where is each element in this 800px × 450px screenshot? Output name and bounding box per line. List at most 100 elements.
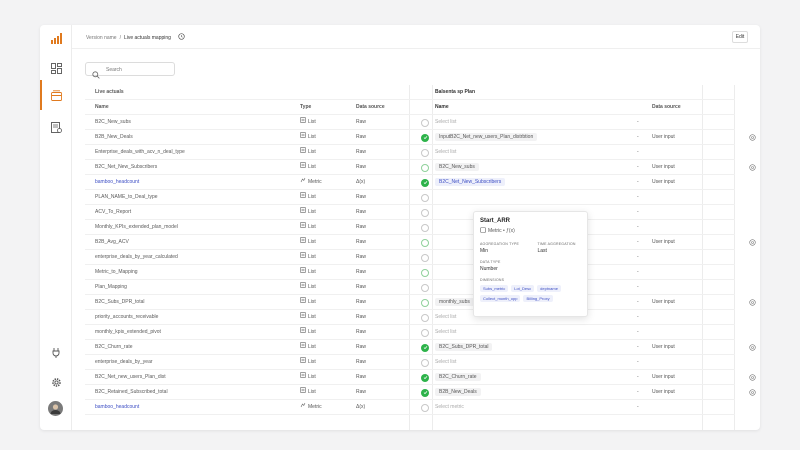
table-row[interactable]: B2C_Retained_Subscribed_total List Raw B2B_… [85,385,756,400]
history-icon[interactable] [178,33,185,42]
dropdown-caret[interactable]: - [637,265,639,280]
partial-map-icon[interactable] [421,268,429,277]
col-data-source[interactable]: Data source [356,100,406,115]
table-row[interactable]: Metric_to_Mapping List Raw - [85,265,735,280]
row-settings-icon[interactable] [745,130,760,145]
table-row[interactable]: priority_accounts_receivable List Raw Selec… [85,310,735,325]
unmapped-icon[interactable] [421,328,429,337]
row-name[interactable]: bamboo_headcount [95,175,295,190]
table-row[interactable]: Monthly_KPIs_extended_plan_model List Raw - [85,220,735,235]
target-select[interactable] [435,190,640,205]
dropdown-caret[interactable]: - [637,175,639,190]
dropdown-caret[interactable]: - [637,115,639,130]
logo-icon[interactable] [49,31,63,45]
table-row[interactable]: Enterprise_deals_with_acv_n_deal_type Lis… [85,145,735,160]
search-input[interactable]: Search [85,62,175,79]
table-row[interactable]: B2C_Net_New_Subscribers List Raw B2C_New_su… [85,160,756,175]
dropdown-caret[interactable]: - [637,370,639,385]
target-select[interactable]: InputB2C_Net_new_users_Plan_distrbtion [435,130,640,145]
unmapped-icon[interactable] [421,208,429,217]
unmapped-icon[interactable] [421,253,429,262]
row-settings-icon[interactable] [745,340,760,355]
mapped-check-icon[interactable] [421,388,429,397]
target-select[interactable]: Select list [435,145,640,160]
row-type: List [300,355,350,370]
dropdown-caret[interactable]: - [637,340,639,355]
table-row[interactable]: monthly_kpis_extended_pivot List Raw Select… [85,325,735,340]
row-settings-icon[interactable] [745,295,760,310]
unmapped-icon[interactable] [421,403,429,412]
dropdown-caret[interactable]: - [637,130,639,145]
dropdown-caret[interactable]: - [637,235,639,250]
table-row[interactable]: Plan_Mapping List Raw - [85,280,735,295]
table-row[interactable]: bamboo_headcount Metric Δ(x) B2C_Net_New_Su… [85,175,735,190]
table-row[interactable]: enterprise_deals_by_year_calculated List R… [85,250,735,265]
edit-button[interactable]: Edit [732,31,748,43]
metric-icon [480,227,486,235]
breadcrumb-version[interactable]: Version name [86,35,117,41]
unmapped-icon[interactable] [421,313,429,322]
reports-icon[interactable] [49,120,63,134]
partial-map-icon[interactable] [421,238,429,247]
list-icon [300,370,306,385]
dropdown-caret[interactable]: - [637,220,639,235]
table-row[interactable]: bamboo_headcount Metric Δ(x) Select metric - [85,400,735,415]
row-name[interactable]: bamboo_headcount [95,400,295,415]
col-type[interactable]: Type [300,100,350,115]
dropdown-caret[interactable]: - [637,160,639,175]
unmapped-icon[interactable] [421,193,429,202]
mapped-check-icon[interactable] [421,373,429,382]
unmapped-icon[interactable] [421,148,429,157]
dropdown-caret[interactable]: - [637,310,639,325]
target-select[interactable]: B2B_New_Deals [435,385,640,400]
table-row[interactable]: B2C_New_subs List Raw Select list - [85,115,735,130]
table-row[interactable]: B2C_Subs_DPR_total List Raw monthly_subs - Us… [85,295,756,310]
target-select[interactable]: Select list [435,325,640,340]
user-avatar[interactable] [48,401,63,416]
dropdown-caret[interactable]: - [637,295,639,310]
target-select[interactable]: Select metric [435,400,640,415]
table-row[interactable]: B2C_Net_new_users_Plan_dist List Raw B2C_Ch… [85,370,756,385]
mapped-check-icon[interactable] [421,178,429,187]
target-select[interactable]: B2C_Churn_rate [435,370,640,385]
settings-gear-icon[interactable] [49,375,63,389]
data-icon[interactable] [49,88,63,102]
row-settings-icon[interactable] [745,160,760,175]
dashboard-icon[interactable] [49,61,63,75]
partial-map-icon[interactable] [421,163,429,172]
unmapped-icon[interactable] [421,223,429,232]
dropdown-caret[interactable]: - [637,145,639,160]
integrations-icon[interactable] [49,345,63,359]
table-row[interactable]: ACV_To_Report List Raw - [85,205,735,220]
row-settings-icon[interactable] [745,370,760,385]
col-plan-name[interactable]: Name [435,100,640,115]
table-row[interactable]: enterprise_deals_by_year List Raw Select li… [85,355,735,370]
mapped-check-icon[interactable] [421,133,429,142]
dropdown-caret[interactable]: - [637,250,639,265]
target-select[interactable]: B2C_Subs_DPR_total [435,340,640,355]
row-settings-icon[interactable] [745,235,760,250]
dropdown-caret[interactable]: - [637,190,639,205]
unmapped-icon[interactable] [421,283,429,292]
unmapped-icon[interactable] [421,118,429,127]
dropdown-caret[interactable]: - [637,355,639,370]
col-plan-data-source[interactable]: Data source [652,100,712,115]
target-select[interactable]: Select list [435,355,640,370]
table-row[interactable]: PLAN_NAME_to_Deal_type List Raw - [85,190,735,205]
dropdown-caret[interactable]: - [637,385,639,400]
target-select[interactable]: Select list [435,115,640,130]
unmapped-icon[interactable] [421,358,429,367]
target-select[interactable]: B2C_New_subs [435,160,640,175]
dropdown-caret[interactable]: - [637,205,639,220]
table-row[interactable]: B2B_New_Deals List Raw InputB2C_Net_new_use… [85,130,756,145]
dropdown-caret[interactable]: - [637,325,639,340]
target-select[interactable]: B2C_Net_New_Subscribers [435,175,640,190]
dropdown-caret[interactable]: - [637,280,639,295]
partial-map-icon[interactable] [421,298,429,307]
mapped-check-icon[interactable] [421,343,429,352]
dropdown-caret[interactable]: - [637,400,639,415]
col-name[interactable]: Name [95,100,295,115]
row-settings-icon[interactable] [745,385,760,400]
table-row[interactable]: B2B_Avg_ACV List Raw - User input [85,235,756,250]
table-row[interactable]: B2C_Churn_rate List Raw B2C_Subs_DPR_total -… [85,340,756,355]
